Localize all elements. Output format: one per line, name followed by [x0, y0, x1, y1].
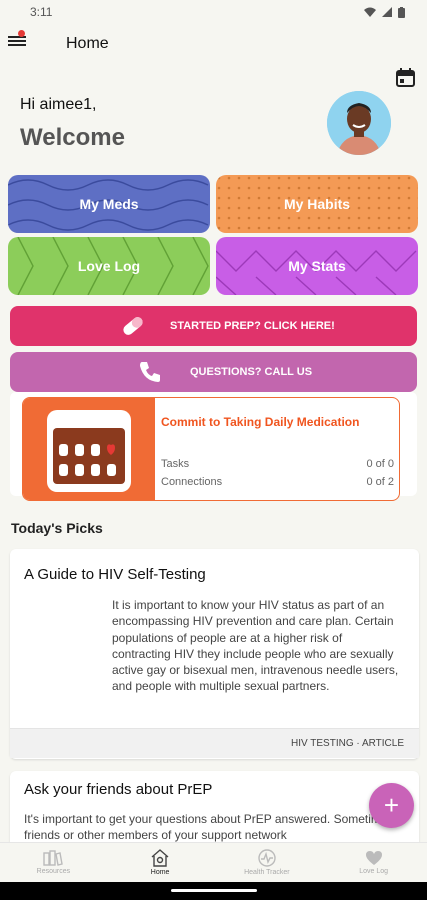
- article-tag: HIV TESTING · ARTICLE: [10, 728, 419, 758]
- bottom-nav: Resources Home Health Tracker Love Log: [0, 842, 427, 882]
- my-stats-tile[interactable]: My Stats: [216, 237, 418, 295]
- nav-label: Home: [150, 869, 170, 876]
- tile-label: My Meds: [79, 196, 139, 212]
- heart-icon: [365, 851, 382, 865]
- tasks-value: 0 of 0: [366, 458, 394, 470]
- tracker-icon: [258, 849, 276, 867]
- article-title: A Guide to HIV Self-Testing: [24, 566, 206, 583]
- nav-label: Health Tracker: [244, 869, 290, 876]
- status-bar: 3:11: [0, 0, 427, 24]
- signal-icon: [382, 7, 392, 17]
- tile-label: My Stats: [288, 258, 346, 274]
- gesture-bar: [0, 882, 427, 900]
- nav-item-resources[interactable]: Resources: [0, 843, 107, 882]
- home-icon: [151, 849, 169, 867]
- my-habits-tile[interactable]: My Habits: [216, 175, 418, 233]
- connections-row: Connections 0 of 2: [161, 476, 394, 488]
- greeting-text: Hi aimee1,: [20, 96, 97, 113]
- avatar[interactable]: [327, 91, 391, 155]
- wifi-icon: [364, 7, 376, 17]
- connections-value: 0 of 2: [366, 476, 394, 488]
- article-title: Ask your friends about PrEP: [24, 781, 213, 798]
- article-card[interactable]: Ask your friends about PrEP It's importa…: [10, 771, 419, 842]
- phone-icon: [140, 362, 160, 382]
- status-time: 3:11: [30, 5, 53, 19]
- section-title: Today's Picks: [11, 520, 103, 536]
- page-title: Home: [66, 35, 109, 52]
- nav-label: Love Log: [359, 868, 389, 875]
- tile-label: Love Log: [77, 258, 141, 274]
- pill-icon: [123, 317, 143, 335]
- battery-icon: [398, 6, 405, 18]
- article-body: It's important to get your questions abo…: [24, 812, 394, 842]
- books-icon: [43, 850, 64, 866]
- notification-dot: [18, 30, 25, 37]
- call-us-button[interactable]: QUESTIONS? CALL US: [10, 352, 417, 392]
- connections-label: Connections: [161, 476, 223, 488]
- cta-label: QUESTIONS? CALL US: [190, 366, 313, 378]
- article-body: It is important to know your HIV status …: [112, 598, 399, 694]
- love-log-tile[interactable]: Love Log: [8, 237, 210, 295]
- commitment-title: Commit to Taking Daily Medication: [161, 415, 360, 429]
- add-button[interactable]: +: [369, 783, 414, 828]
- tasks-label: Tasks: [161, 458, 190, 470]
- article-card[interactable]: A Guide to HIV Self-Testing It is import…: [10, 549, 419, 759]
- cta-label: STARTED PREP? CLICK HERE!: [170, 320, 335, 332]
- nav-item-health-tracker[interactable]: Health Tracker: [214, 843, 321, 882]
- tasks-row: Tasks 0 of 0: [161, 458, 394, 470]
- app-bar: Home: [0, 26, 427, 62]
- nav-item-home[interactable]: Home: [107, 843, 214, 882]
- calendar-icon[interactable]: [396, 68, 415, 87]
- started-prep-button[interactable]: STARTED PREP? CLICK HERE!: [10, 306, 417, 346]
- article-tag-label: HIV TESTING · ARTICLE: [291, 738, 404, 749]
- tile-label: My Habits: [283, 196, 351, 212]
- nav-label: Resources: [36, 868, 71, 875]
- my-meds-tile[interactable]: My Meds: [8, 175, 210, 233]
- nav-item-love-log[interactable]: Love Log: [320, 843, 427, 882]
- plus-icon: +: [383, 790, 400, 820]
- commitment-image: [23, 398, 155, 500]
- commitment-card[interactable]: Commit to Taking Daily Medication Tasks …: [22, 397, 400, 501]
- home-indicator[interactable]: [171, 889, 257, 892]
- calendar-illustration-icon: [47, 410, 131, 492]
- welcome-heading: Welcome: [20, 124, 125, 151]
